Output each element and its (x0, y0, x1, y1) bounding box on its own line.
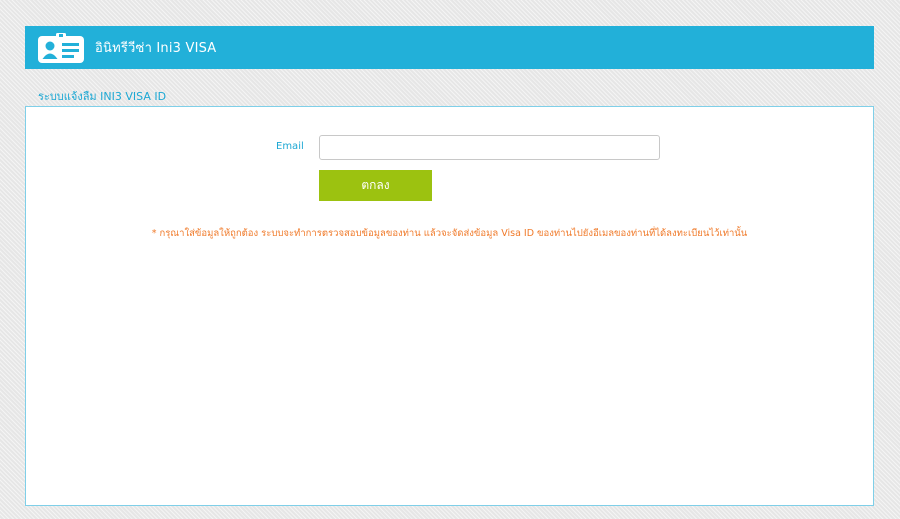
notice-text: * กรุณาใส่ข้อมูลให้ถูกต้อง ระบบจะทำการตร… (151, 228, 748, 239)
app-title: อินิทรีวีซ่า Ini3 VISA (95, 41, 217, 56)
email-field[interactable] (319, 135, 660, 160)
submit-button[interactable]: ตกลง (319, 170, 432, 201)
section-title: ระบบแจ้งลืม INI3 VISA ID (38, 90, 167, 103)
id-card-icon (37, 32, 85, 63)
forgot-id-panel: Email ตกลง * กรุณาใส่ข้อมูลให้ถูกต้อง ระ… (25, 106, 874, 506)
app-header: อินิทรีวีซ่า Ini3 VISA (25, 26, 874, 69)
email-label: Email (276, 141, 304, 152)
